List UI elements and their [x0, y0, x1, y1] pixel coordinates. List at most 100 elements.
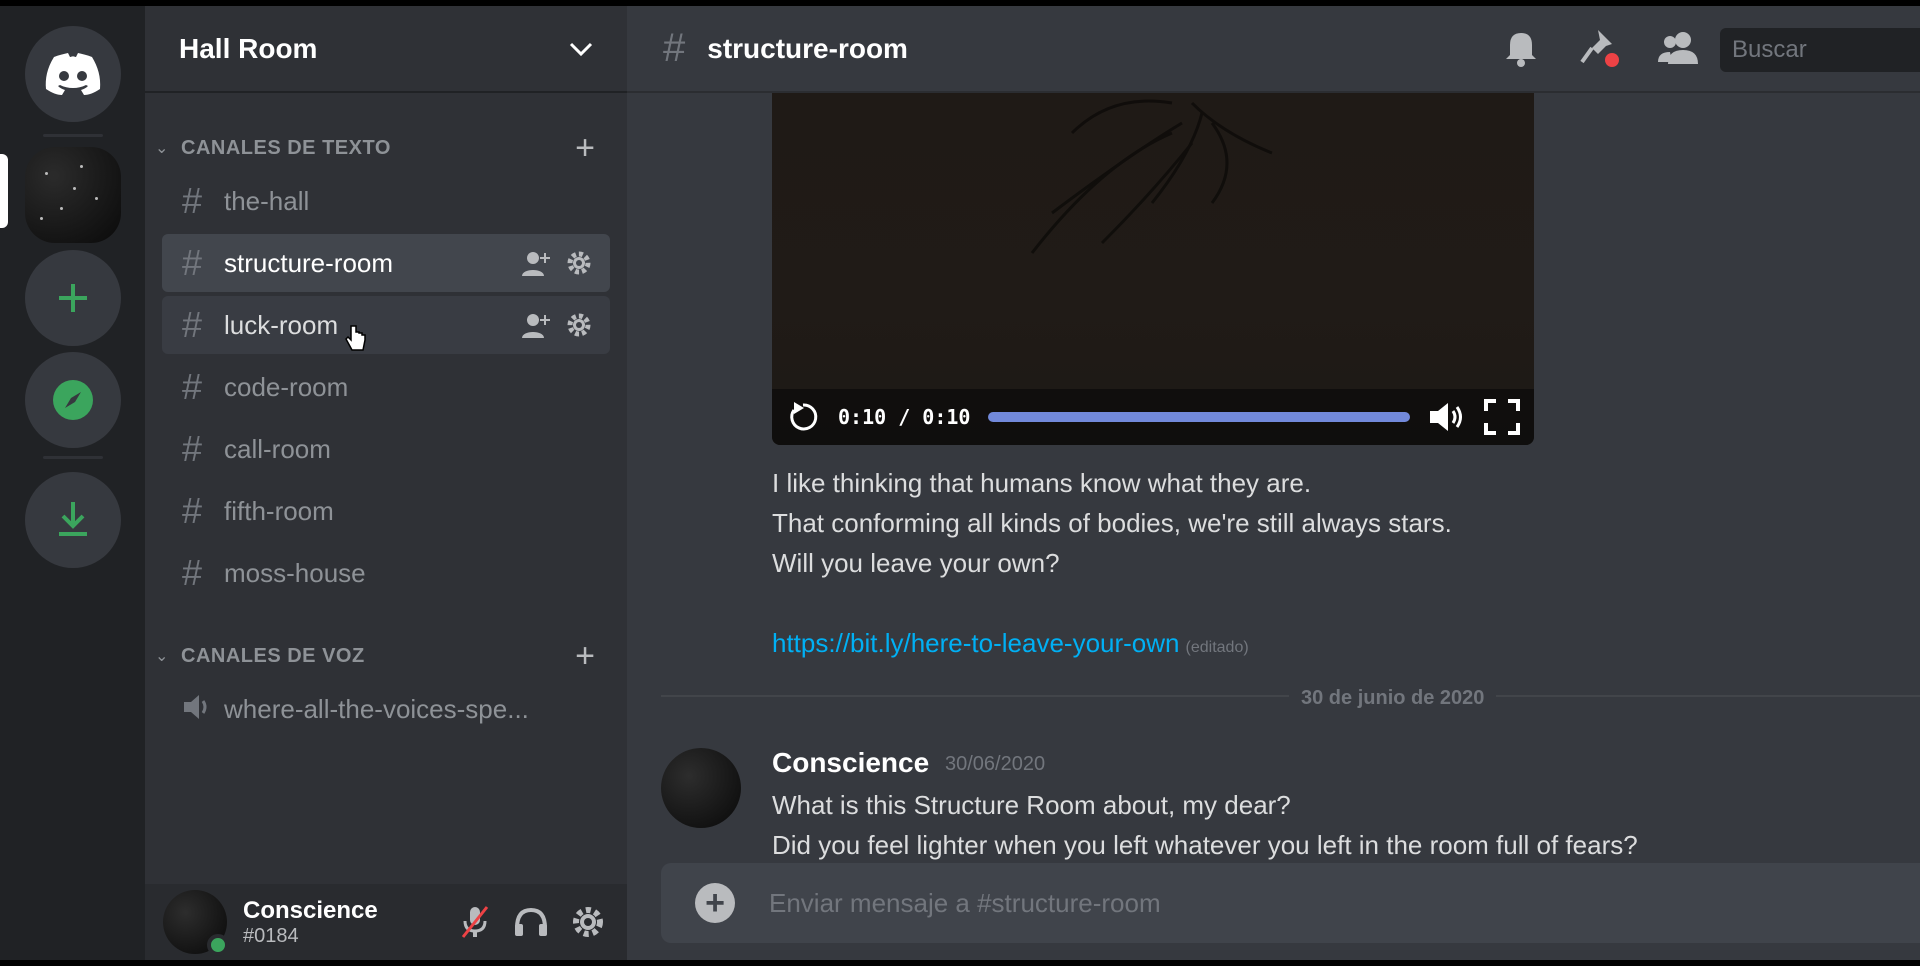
gear-icon[interactable]	[566, 312, 592, 338]
video-player[interactable]: 0:10 / 0:10	[772, 93, 1534, 445]
video-controls: 0:10 / 0:10	[772, 389, 1534, 445]
attach-plus-icon[interactable]: +	[695, 883, 735, 923]
channel-moss-house[interactable]: # moss-house	[162, 544, 610, 602]
mute-mic-icon[interactable]	[459, 905, 491, 939]
replay-icon[interactable]	[786, 400, 820, 434]
message-link-line: https://bit.ly/here-to-leave-your-own (ed…	[772, 623, 1249, 668]
avatar[interactable]	[661, 748, 741, 828]
hash-icon: #	[182, 428, 203, 469]
invite-icon[interactable]	[522, 312, 552, 338]
message-composer: +	[661, 863, 1920, 943]
server-rail	[0, 6, 145, 960]
star-dot	[95, 197, 98, 200]
message-link[interactable]: https://bit.ly/here-to-leave-your-own	[772, 628, 1180, 658]
message-input[interactable]	[769, 887, 1769, 919]
channel-header: # structure-room Buscar	[627, 6, 1920, 93]
channel-name: fifth-room	[224, 495, 334, 526]
star-dot	[40, 217, 43, 220]
headphones-icon[interactable]	[513, 906, 549, 938]
edited-label: (editado)	[1185, 639, 1249, 656]
message-author[interactable]: Conscience	[772, 747, 929, 779]
channel-name: code-room	[224, 371, 349, 402]
category-text-channels[interactable]: ⌄ CANALES DE TEXTO +	[155, 131, 600, 165]
channel-name: structure-room	[224, 247, 394, 278]
video-frame-illustration	[1030, 99, 1273, 254]
category-voice-channels[interactable]: ⌄ CANALES DE VOZ +	[155, 639, 600, 673]
category-label: CANALES DE TEXTO	[181, 136, 391, 159]
fullscreen-icon[interactable]	[1484, 399, 1520, 435]
speaker-icon	[182, 688, 224, 730]
star-dot	[80, 165, 83, 168]
star-dot	[45, 172, 48, 175]
user-tag: #0184	[243, 924, 299, 947]
video-time: 0:10 / 0:10	[838, 405, 971, 429]
hash-icon: #	[182, 180, 203, 221]
channel-code-room[interactable]: # code-room	[162, 358, 610, 416]
add-server-button[interactable]	[25, 250, 121, 346]
search-input[interactable]: Buscar	[1720, 28, 1920, 72]
home-button[interactable]	[25, 26, 121, 122]
voice-channel[interactable]: where-all-the-voices-spe...	[162, 680, 610, 738]
message-line: Did you feel lighter when you left whate…	[772, 830, 1638, 860]
hand-cursor-icon	[345, 325, 366, 351]
online-status-icon	[207, 934, 229, 956]
message-line: I like thinking that humans know what th…	[772, 468, 1312, 498]
channel-name: where-all-the-voices-spe...	[224, 693, 529, 724]
create-channel-icon[interactable]: +	[570, 639, 600, 673]
channel-call-room[interactable]: # call-room	[162, 420, 610, 478]
channel-name: moss-house	[224, 557, 366, 588]
channel-the-hall[interactable]: # the-hall	[162, 172, 610, 230]
chat-area: # structure-room Buscar 0:10 / 0:10 I li…	[627, 6, 1920, 960]
pin-icon[interactable]	[1578, 28, 1620, 68]
plus-icon	[59, 284, 87, 312]
channel-fifth-room[interactable]: # fifth-room	[162, 482, 610, 540]
category-label: CANALES DE VOZ	[181, 644, 365, 667]
video-progress-bar[interactable]	[988, 412, 1410, 422]
server-header[interactable]: Hall Room	[145, 6, 627, 93]
hash-icon: #	[182, 552, 203, 593]
channel-name: the-hall	[224, 185, 310, 216]
user-panel: Conscience #0184	[145, 884, 627, 960]
user-name: Conscience	[243, 896, 378, 924]
discord-app: Hall Room ⌄ CANALES DE TEXTO + # the-hal…	[0, 6, 1920, 960]
download-apps-button[interactable]	[25, 472, 121, 568]
avatar[interactable]	[163, 890, 229, 956]
hash-icon: #	[182, 490, 203, 531]
message-list: 0:10 / 0:10 I like thinking that humans …	[627, 93, 1920, 863]
gear-icon[interactable]	[566, 250, 592, 276]
compass-icon	[53, 380, 93, 420]
hash-icon: #	[182, 242, 203, 283]
explore-servers-button[interactable]	[25, 352, 121, 448]
selected-server-indicator	[0, 154, 8, 228]
members-icon[interactable]	[1658, 30, 1700, 66]
rail-separator	[43, 134, 103, 137]
rail-separator	[43, 456, 103, 459]
chevron-down-icon	[569, 42, 593, 56]
discord-logo-icon	[45, 53, 101, 95]
volume-icon[interactable]	[1428, 401, 1466, 433]
invite-icon[interactable]	[522, 250, 552, 276]
hash-icon: #	[663, 26, 686, 70]
channel-sidebar: Hall Room ⌄ CANALES DE TEXTO + # the-hal…	[145, 6, 627, 960]
star-dot	[73, 187, 76, 190]
message-line: Will you leave your own?	[772, 548, 1060, 578]
create-channel-icon[interactable]: +	[570, 131, 600, 165]
hash-icon: #	[182, 304, 203, 345]
server-hall-room[interactable]	[25, 147, 121, 243]
hash-icon: #	[182, 366, 203, 407]
channel-name: luck-room	[224, 309, 339, 340]
star-dot	[60, 207, 63, 210]
channel-title: structure-room	[707, 32, 908, 64]
message-timestamp: 30/06/2020	[945, 753, 1046, 775]
bell-icon[interactable]	[1502, 29, 1540, 67]
download-icon	[59, 502, 87, 536]
channel-structure-room[interactable]: # structure-room	[162, 234, 610, 292]
message-line: What is this Structure Room about, my de…	[772, 790, 1291, 820]
server-name: Hall Room	[179, 32, 318, 64]
channel-luck-room[interactable]: # luck-room	[162, 296, 610, 354]
message-line: That conforming all kinds of bodies, we'…	[772, 508, 1452, 538]
chevron-down-icon: ⌄	[155, 140, 169, 157]
user-settings-gear-icon[interactable]	[571, 905, 605, 939]
chevron-down-icon: ⌄	[155, 648, 169, 665]
date-divider-label: 30 de junio de 2020	[1289, 687, 1497, 710]
